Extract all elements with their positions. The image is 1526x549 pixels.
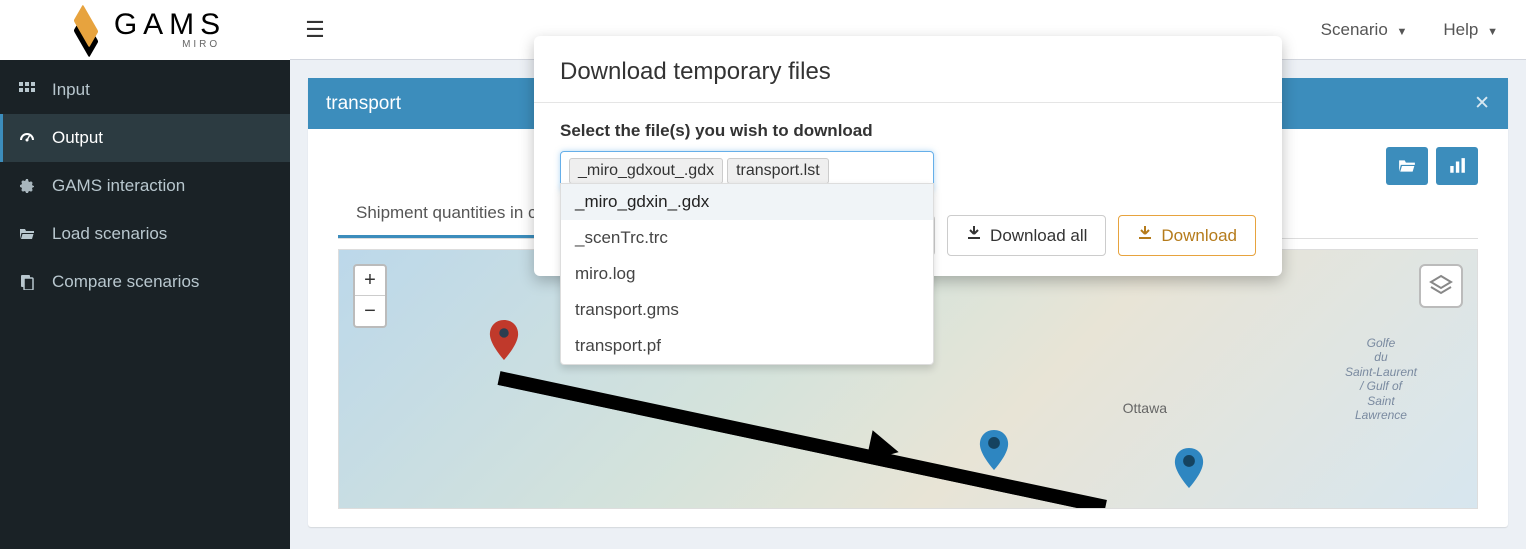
- folder-open-icon: [1398, 157, 1416, 175]
- caret-down-icon: ▼: [1397, 26, 1408, 38]
- scenario-label: Scenario: [1321, 20, 1388, 39]
- dropdown-option[interactable]: transport.pf: [561, 328, 933, 364]
- sidebar-item-label: Input: [52, 80, 90, 100]
- download-all-button[interactable]: Download all: [947, 215, 1106, 256]
- layers-button[interactable]: [1419, 264, 1463, 308]
- selected-chip[interactable]: transport.lst: [727, 158, 829, 184]
- logo-mark-icon: [64, 11, 108, 49]
- modal-label: Select the file(s) you wish to download: [560, 121, 1256, 141]
- sidebar-nav: Input Output GAMS interaction Load scena…: [0, 60, 290, 306]
- bar-chart-icon: [1448, 157, 1466, 175]
- dropdown-option[interactable]: transport.gms: [561, 292, 933, 328]
- map-gulf-label: Golfe du Saint-Laurent / Gulf of Saint L…: [1345, 336, 1417, 422]
- caret-down-icon: ▼: [1487, 26, 1498, 38]
- main-area: ☰ Scenario ▼ Help ▼ transport ✕: [290, 0, 1526, 549]
- help-menu[interactable]: Help ▼: [1425, 0, 1516, 60]
- card-close-icon[interactable]: ✕: [1474, 92, 1490, 115]
- selected-chip[interactable]: _miro_gdxout_.gdx: [569, 158, 723, 184]
- map-pin-origin[interactable]: [489, 320, 519, 360]
- copy-icon: [18, 274, 36, 290]
- zoom-in-button[interactable]: +: [355, 266, 385, 296]
- card-title: transport: [326, 93, 401, 115]
- dropdown-option[interactable]: _miro_gdxin_.gdx: [561, 184, 933, 220]
- map-city-label: Ottawa: [1123, 400, 1167, 416]
- scenario-menu[interactable]: Scenario ▼: [1303, 0, 1426, 60]
- sidebar-item-gams-interaction[interactable]: GAMS interaction: [0, 162, 290, 210]
- sidebar-item-input[interactable]: Input: [0, 66, 290, 114]
- zoom-out-button[interactable]: −: [355, 296, 385, 326]
- zoom-control: + −: [353, 264, 387, 328]
- logo-subtitle: MIRO: [114, 40, 226, 50]
- gear-icon: [18, 178, 36, 194]
- help-label: Help: [1443, 20, 1478, 39]
- chart-button[interactable]: [1436, 147, 1478, 185]
- download-icon: [1137, 225, 1153, 246]
- logo-title: GAMS: [114, 10, 226, 40]
- download-modal: Download temporary files Select the file…: [534, 36, 1282, 276]
- dropdown-option[interactable]: miro.log: [561, 256, 933, 292]
- file-dropdown: _miro_gdxin_.gdx _scenTrc.trc miro.log t…: [560, 183, 934, 365]
- sidebar-item-output[interactable]: Output: [0, 114, 290, 162]
- download-button[interactable]: Download: [1118, 215, 1256, 256]
- logo[interactable]: GAMS MIRO: [0, 0, 290, 60]
- sidebar-item-load-scenarios[interactable]: Load scenarios: [0, 210, 290, 258]
- sidebar-item-label: Compare scenarios: [52, 272, 199, 292]
- layers-icon: [1429, 274, 1453, 298]
- folder-open-icon: [18, 226, 36, 242]
- sidebar-item-compare-scenarios[interactable]: Compare scenarios: [0, 258, 290, 306]
- sidebar-toggle-icon[interactable]: ☰: [290, 17, 340, 43]
- sidebar: GAMS MIRO Input Output GAMS interaction: [0, 0, 290, 549]
- download-icon: [966, 225, 982, 246]
- open-folder-button[interactable]: [1386, 147, 1428, 185]
- map-pin-destination[interactable]: [979, 430, 1009, 470]
- modal-title: Download temporary files: [534, 36, 1282, 103]
- dropdown-option[interactable]: _scenTrc.trc: [561, 220, 933, 256]
- sidebar-item-label: Load scenarios: [52, 224, 167, 244]
- gauge-icon: [18, 130, 36, 146]
- map-pin-destination[interactable]: [1174, 448, 1204, 488]
- logo-text: GAMS MIRO: [114, 10, 226, 50]
- sidebar-item-label: GAMS interaction: [52, 176, 185, 196]
- sidebar-item-label: Output: [52, 128, 103, 148]
- grid-icon: [18, 82, 36, 98]
